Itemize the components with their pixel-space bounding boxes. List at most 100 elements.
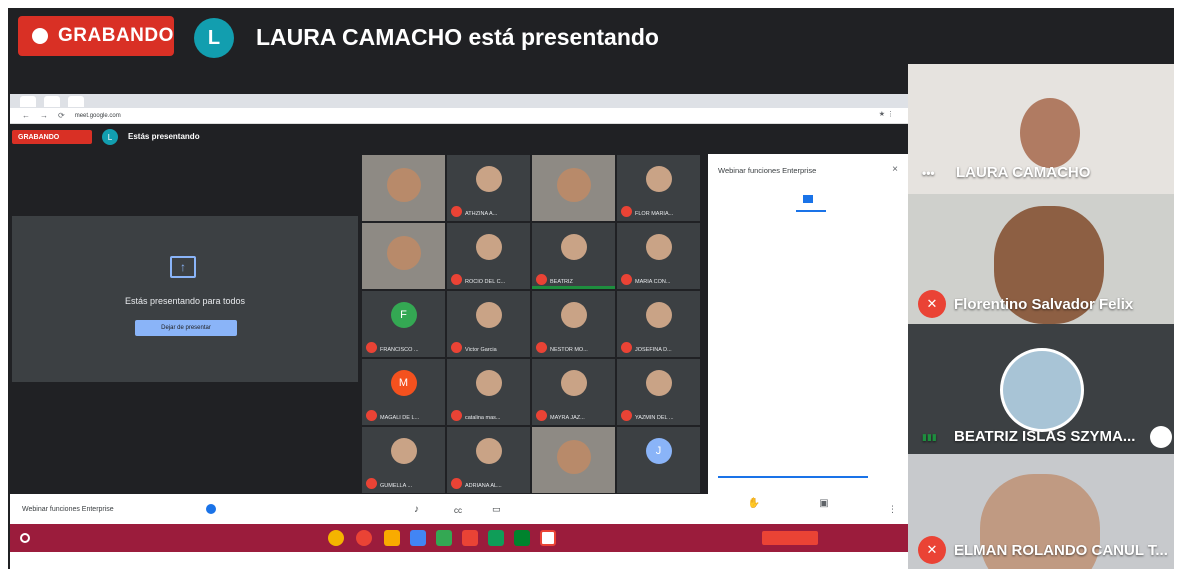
participant-initial-avatar: J [645, 438, 672, 464]
record-dot-icon [32, 28, 48, 44]
participant-tile[interactable]: ADRIANA AL... [446, 426, 531, 494]
chat-input[interactable] [718, 474, 868, 478]
video-tile[interactable]: ✕ Florentino Salvador Felix [908, 194, 1174, 324]
screencast-icon[interactable] [356, 530, 372, 546]
url-field[interactable]: meet.google.com [75, 113, 121, 119]
video-tile[interactable]: ••• LAURA CAMACHO [908, 64, 1174, 194]
inner-presenting-label: Estás presentando [128, 132, 200, 141]
participant-name: FRANCISCO ... [380, 347, 419, 353]
mic-off-icon [536, 342, 547, 353]
participant-tile[interactable]: GUMELLA ... [361, 426, 446, 494]
meet-icon[interactable] [514, 530, 530, 546]
participant-tile[interactable] [531, 154, 616, 222]
participant-avatar [560, 302, 587, 328]
browser-tab[interactable] [68, 95, 84, 107]
video-tile[interactable]: ▮▮▮ BEATRIZ ISLAS SZYMA... [908, 324, 1174, 454]
participant-video [1000, 348, 1084, 432]
mic-off-icon [451, 274, 462, 285]
participant-avatar [475, 302, 502, 328]
drive-icon[interactable] [436, 530, 452, 546]
pin-icon[interactable] [1150, 426, 1172, 448]
mic-off-icon [536, 274, 547, 285]
chat-tab-icon[interactable] [803, 195, 813, 203]
sign-out-button[interactable] [762, 531, 818, 545]
keep-icon[interactable] [384, 530, 400, 546]
participant-avatar [386, 168, 421, 202]
forward-icon[interactable]: → [40, 111, 48, 120]
participant-tile[interactable]: YAZMIN DEL ... [616, 358, 701, 426]
launcher-icon[interactable] [20, 533, 30, 543]
shared-screen: ← → ⟳ meet.google.com ★ ⋮ GRABANDO L Est… [10, 94, 908, 571]
participant-tile[interactable]: Victor Garcia [446, 290, 531, 358]
mic-off-icon [451, 206, 462, 217]
mic-off-icon [366, 342, 377, 353]
participant-tile[interactable]: F FRANCISCO ... [361, 290, 446, 358]
mic-off-icon [366, 478, 377, 489]
browser-address-bar: ← → ⟳ meet.google.com ★ ⋮ [10, 108, 908, 124]
mic-off-icon [621, 206, 632, 217]
participant-tile[interactable]: ATHZINA A... [446, 154, 531, 222]
meet-window: GRABANDO L LAURA CAMACHO está presentand… [8, 8, 1174, 571]
participant-avatar [475, 234, 502, 260]
participant-tile[interactable]: JOSEFINA D... [616, 290, 701, 358]
participant-name: MAYRA JAZ... [550, 415, 585, 421]
youtube-icon[interactable] [462, 530, 478, 546]
participant-name: ATHZINA A... [465, 211, 498, 217]
raise-hand-button[interactable]: ✋ [734, 498, 774, 509]
participant-tile[interactable]: M MAGALI DE L... [361, 358, 446, 426]
presenter-title: LAURA CAMACHO está presentando [256, 24, 659, 50]
participant-name: ADRIANA AL... [465, 483, 502, 489]
participant-grid: ATHZINA A... FLOR MARIA... ROCIO DEL C... B… [361, 154, 701, 494]
mic-off-icon: ✕ [918, 536, 946, 564]
browser-menu-icon[interactable]: ★ ⋮ [879, 110, 894, 118]
more-options-icon[interactable]: ⋮ [888, 504, 897, 515]
tile-participant-name: BEATRIZ ISLAS SZYMA... [954, 428, 1136, 445]
meeting-name[interactable]: Webinar funciones Enterprise [22, 506, 114, 513]
participant-tile[interactable]: ROCIO DEL C... [446, 222, 531, 290]
mic-off-icon: ✕ [918, 290, 946, 318]
shield-icon[interactable] [206, 504, 216, 514]
participant-tile[interactable] [531, 426, 616, 494]
mic-off-icon [536, 410, 547, 421]
participant-tile[interactable]: FLOR MARIA... [616, 154, 701, 222]
reload-icon[interactable]: ⟳ [58, 111, 65, 120]
chrome-icon[interactable] [328, 530, 344, 546]
participant-tile[interactable]: MARIA CON... [616, 222, 701, 290]
participant-tile[interactable]: NESTOR MO... [531, 290, 616, 358]
participant-avatar [556, 440, 591, 474]
participant-tile[interactable]: MAYRA JAZ... [531, 358, 616, 426]
browser-tab[interactable] [20, 95, 36, 107]
participant-tile[interactable]: catalina mas... [446, 358, 531, 426]
participant-tile[interactable] [361, 154, 446, 222]
top-bar: GRABANDO L LAURA CAMACHO está presentand… [8, 8, 1174, 64]
mic-off-icon [621, 274, 632, 285]
back-icon[interactable]: ← [22, 111, 30, 120]
participant-video [1020, 98, 1080, 168]
mic-off-icon [621, 342, 632, 353]
browser-tab[interactable] [44, 95, 60, 107]
docs-icon[interactable] [410, 530, 426, 546]
participant-name: GUMELLA ... [380, 483, 413, 489]
browser-tab-bar [10, 94, 908, 108]
participant-tile[interactable]: BEATRIZ [531, 222, 616, 290]
stop-presenting-button[interactable]: Dejar de presentar [135, 320, 237, 336]
participant-tile[interactable] [361, 222, 446, 290]
video-tile[interactable]: ✕ ELMAN ROLANDO CANUL T... [908, 454, 1174, 569]
participant-name: MARIA CON... [635, 279, 671, 285]
microphone-icon[interactable]: ♪ [414, 504, 419, 515]
camera-icon[interactable]: ▭ [492, 504, 501, 515]
recording-label: GRABANDO [58, 25, 174, 46]
sheets-icon[interactable] [488, 530, 504, 546]
present-now-button[interactable]: ▣ [798, 498, 850, 509]
more-options-icon[interactable]: ••• [922, 166, 935, 180]
tile-participant-name: LAURA CAMACHO [956, 164, 1091, 181]
participant-name: NESTOR MO... [550, 347, 588, 353]
participant-avatar [386, 236, 421, 270]
inner-recording-badge: GRABANDO [12, 130, 92, 144]
captions-icon[interactable]: cc [454, 506, 462, 515]
participant-tile[interactable]: J [616, 426, 701, 494]
gmail-icon[interactable] [540, 530, 556, 546]
participant-name: Victor Garcia [465, 347, 497, 353]
close-icon[interactable]: × [892, 164, 898, 175]
presenter-avatar: L [194, 18, 234, 58]
